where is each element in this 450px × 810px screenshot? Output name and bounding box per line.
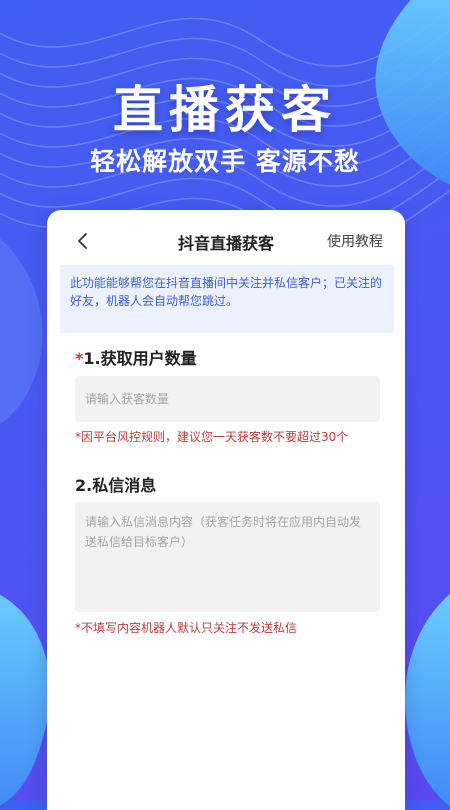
- message-hint: *不填写内容机器人默认只关注不发送私信: [75, 621, 298, 635]
- message-label: 2.私信消息: [75, 476, 157, 495]
- tutorial-link[interactable]: 使用教程: [327, 231, 383, 251]
- info-notice: 此功能能够帮您在抖音直播间中关注并私信客户；已关注的好友，机器人会自动帮您跳过。: [60, 265, 394, 333]
- user-count-hint: *因平台风控规则，建议您一天获客数不要超过30个: [75, 430, 349, 444]
- hero-title: 直播获客: [113, 81, 337, 139]
- user-count-input[interactable]: [75, 376, 380, 422]
- hero-subtitle: 轻松解放双手 客源不愁: [90, 147, 360, 176]
- user-count-label: *1.获取用户数量: [75, 345, 197, 369]
- message-textarea[interactable]: [75, 502, 380, 612]
- form-card: 抖音直播获客 使用教程 此功能能够帮您在抖音直播间中关注并私信客户；已关注的好友…: [47, 210, 405, 810]
- nav-bar: 抖音直播获客 使用教程: [47, 210, 405, 272]
- user-count-label-text: 1.获取用户数量: [83, 349, 197, 368]
